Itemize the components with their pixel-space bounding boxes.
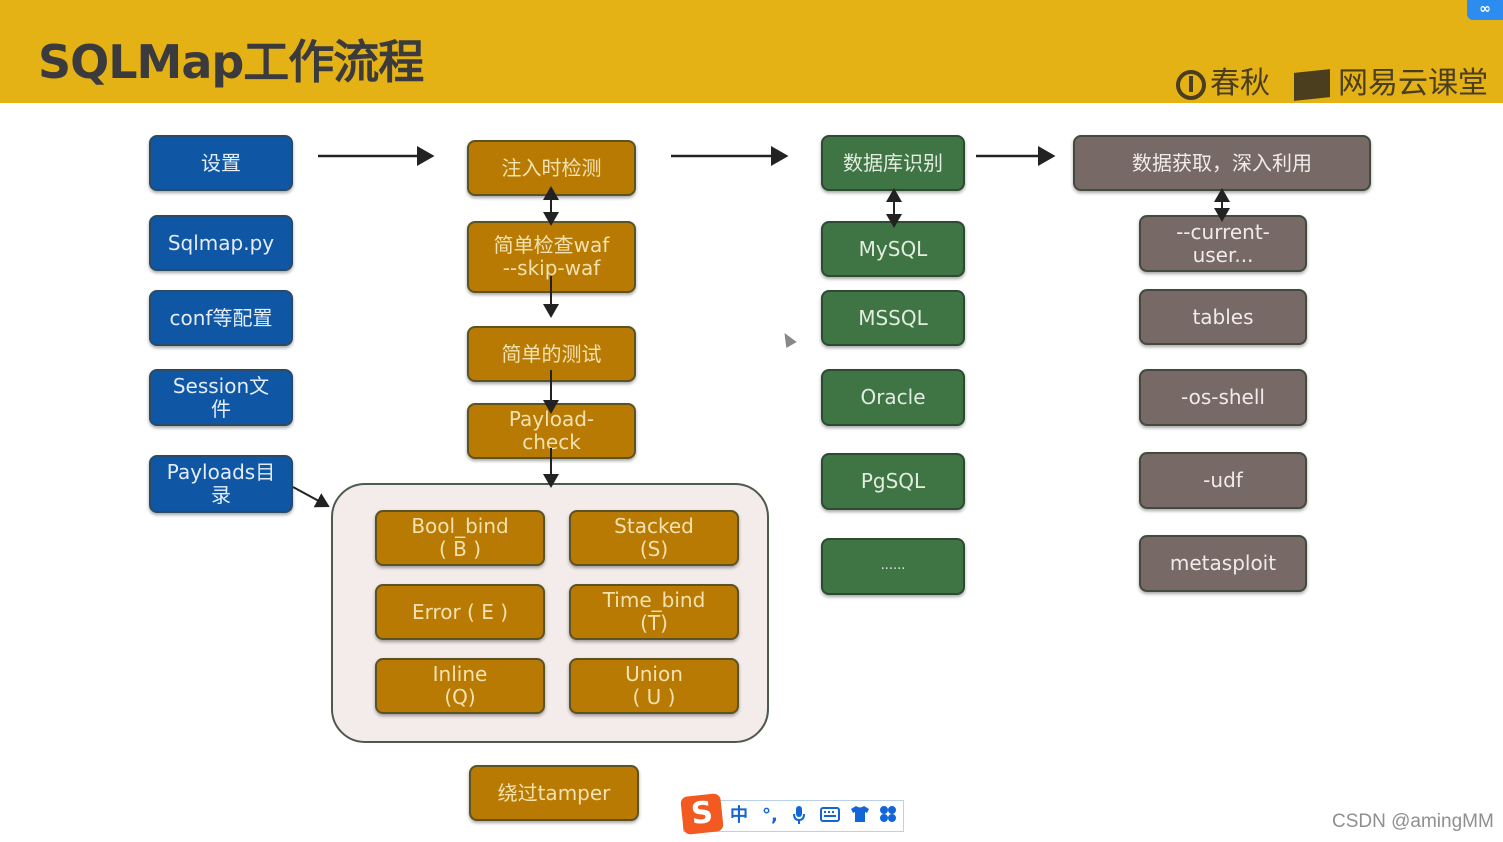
- brand-chunqiu: 春秋: [1176, 58, 1270, 102]
- box-payloads-dir: Payloads目 录: [149, 455, 293, 513]
- technique-stacked: Stacked (S): [569, 510, 739, 566]
- box-label: PgSQL: [860, 469, 926, 493]
- box-payload-check: Payload- check: [467, 403, 636, 459]
- keyboard-icon[interactable]: [820, 805, 840, 829]
- box-oracle: Oracle: [821, 369, 965, 426]
- microphone-icon[interactable]: [792, 805, 806, 831]
- technique-error: Error ( E ): [375, 584, 545, 640]
- box-os-shell: -os-shell: [1139, 369, 1307, 426]
- technique-bool-bind: Bool_bind ( B ): [375, 510, 545, 566]
- box-udf: -udf: [1139, 452, 1307, 509]
- box-label: Stacked (S): [614, 514, 694, 561]
- box-label: 数据库识别: [843, 150, 943, 175]
- slide-title: SQLMap工作流程: [38, 35, 424, 89]
- box-session-file: Session文 件: [149, 369, 293, 426]
- cloud-icon[interactable]: ∞: [1467, 0, 1503, 20]
- box-label: 设置: [201, 150, 241, 175]
- brand-netease: 网易云课堂: [1294, 58, 1488, 102]
- arrow-payloads-dir-to-container: [292, 486, 330, 508]
- box-label: Error ( E ): [411, 599, 509, 624]
- box-label: Oracle: [860, 385, 926, 409]
- csdn-watermark: CSDN @amingMM: [1332, 811, 1494, 832]
- netease-logo-icon: [1294, 68, 1330, 101]
- box-label: 简单的测试: [501, 341, 602, 366]
- box-label: Time_bind (T): [602, 588, 706, 635]
- box-label: -os-shell: [1181, 385, 1265, 409]
- box-db-identify: 数据库识别: [821, 135, 965, 191]
- box-injection-detect: 注入时检测: [467, 140, 636, 196]
- box-tamper: 绕过tamper: [469, 765, 639, 821]
- box-label: MSSQL: [858, 305, 928, 330]
- box-pgsql: PgSQL: [821, 453, 965, 510]
- box-label: 绕过tamper: [497, 780, 611, 805]
- box-label: ......: [880, 558, 906, 574]
- box-label: 简单检查waf --skip-waf: [493, 233, 610, 280]
- sogou-logo-icon[interactable]: S: [680, 793, 724, 835]
- box-label: Session文 件: [172, 373, 270, 421]
- box-db-more: ......: [821, 538, 965, 595]
- technique-inline: Inline (Q): [375, 658, 545, 714]
- technique-union: Union ( U ): [569, 658, 739, 714]
- box-current-user: --current- user...: [1139, 215, 1307, 272]
- box-label: 注入时检测: [501, 155, 602, 180]
- box-mysql: MySQL: [821, 221, 965, 277]
- box-label: Inline (Q): [432, 662, 488, 709]
- box-tables: tables: [1139, 289, 1307, 345]
- box-label: Sqlmap.py: [167, 230, 275, 255]
- box-data-exploit: 数据获取，深入利用: [1073, 135, 1371, 191]
- technique-time-bind: Time_bind (T): [569, 584, 739, 640]
- box-label: tables: [1192, 304, 1254, 329]
- toolbox-icon[interactable]: [879, 805, 897, 829]
- ime-mode-toggle[interactable]: 中: [730, 805, 748, 827]
- box-label: Payloads目 录: [166, 460, 276, 507]
- box-label: Payload- check: [508, 407, 595, 454]
- brand-chunqiu-label: 春秋: [1210, 66, 1270, 101]
- box-setup: 设置: [149, 135, 293, 191]
- chunqiu-logo-icon: [1176, 69, 1206, 100]
- brand-netease-label: 网易云课堂: [1338, 66, 1488, 101]
- box-waf-check: 简单检查waf --skip-waf: [467, 221, 636, 293]
- box-label: --current- user...: [1176, 219, 1270, 267]
- slide-header: SQLMap工作流程 春秋 网易云课堂 ∞: [0, 0, 1503, 103]
- box-label: conf等配置: [169, 305, 273, 330]
- mouse-cursor-icon: [779, 329, 797, 349]
- box-conf: conf等配置: [149, 290, 293, 346]
- ime-punctuation-toggle[interactable]: °,: [762, 805, 778, 827]
- skin-icon[interactable]: [850, 805, 870, 829]
- ime-toolbar[interactable]: S 中 °,: [680, 793, 904, 835]
- box-label: metasploit: [1169, 551, 1277, 575]
- box-label: -udf: [1203, 468, 1243, 492]
- box-label: Bool_bind ( B ): [411, 514, 509, 561]
- box-label: Union ( U ): [625, 662, 683, 709]
- box-label: 数据获取，深入利用: [1132, 150, 1312, 175]
- box-metasploit: metasploit: [1139, 535, 1307, 592]
- box-label: MySQL: [858, 236, 928, 261]
- box-mssql: MSSQL: [821, 290, 965, 346]
- box-simple-test: 简单的测试: [467, 326, 636, 382]
- box-sqlmap-py: Sqlmap.py: [149, 215, 293, 271]
